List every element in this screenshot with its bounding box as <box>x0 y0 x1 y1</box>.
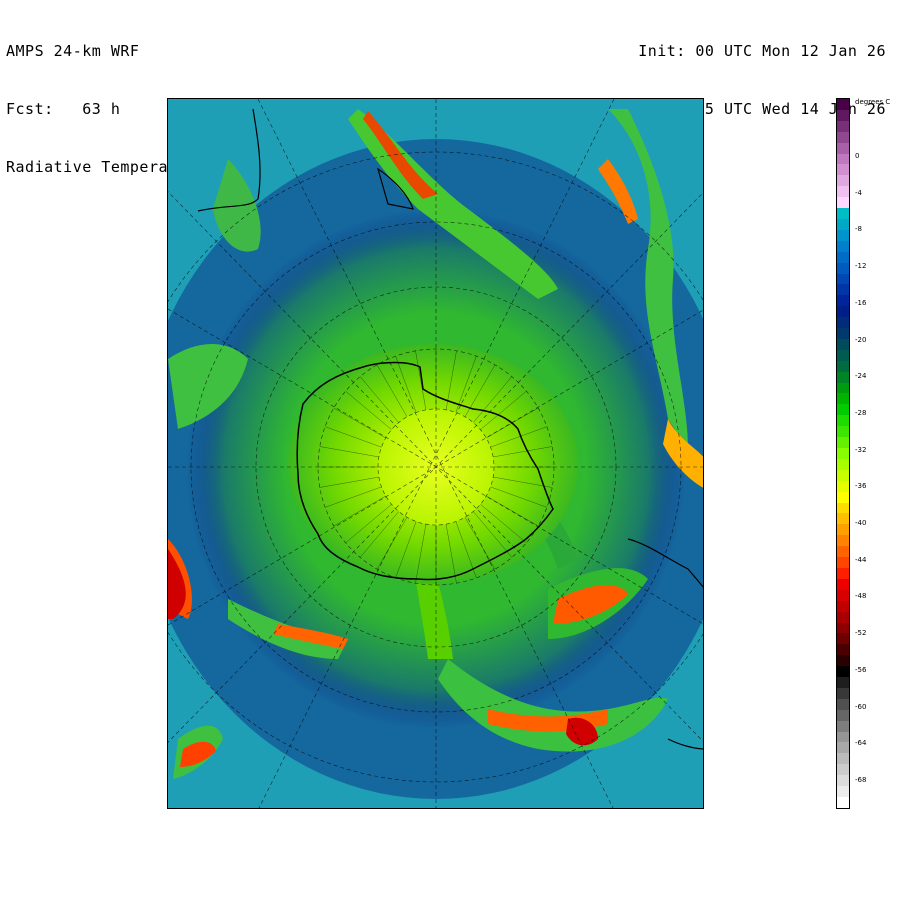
colorbar-tick-label: -12 <box>855 262 867 271</box>
colorbar-swatch <box>837 109 849 121</box>
colorbar-swatch <box>837 251 849 263</box>
colorbar-tick-label: -44 <box>855 555 867 564</box>
colorbar-tick-label: -28 <box>855 408 867 417</box>
colorbar-swatch <box>837 120 849 132</box>
colorbar-swatch <box>837 633 849 645</box>
colorbar-tick-label: -36 <box>855 482 867 491</box>
colorbar-tick-label: -16 <box>855 298 867 307</box>
colorbar-swatch <box>837 775 849 787</box>
colorbar-swatch <box>837 786 849 797</box>
colorbar-tick-label: -68 <box>855 775 867 784</box>
init-time: Init: 00 UTC Mon 12 Jan 26 <box>638 42 886 60</box>
colorbar-swatch <box>837 338 849 350</box>
colorbar-swatch <box>837 731 849 743</box>
colorbar-swatch <box>837 764 849 776</box>
colorbar-swatch <box>837 720 849 732</box>
colorbar-tick-label: 0 <box>855 152 860 160</box>
colorbar-swatch <box>837 622 849 634</box>
colorbar-swatch <box>837 415 849 427</box>
colorbar-swatch <box>837 218 849 230</box>
colorbar-swatch <box>837 99 849 110</box>
colorbar-swatch <box>837 589 849 601</box>
colorbar-swatch <box>837 709 849 721</box>
colorbar-swatch <box>837 524 849 536</box>
colorbar-swatch <box>837 142 849 154</box>
colorbar-tick-label: -64 <box>855 739 867 748</box>
colorbar-swatch <box>837 469 849 481</box>
colorbar-swatch <box>837 546 849 558</box>
colorbar-swatch <box>837 513 849 525</box>
colorbar-swatch <box>837 480 849 492</box>
colorbar-tick-label: -24 <box>855 372 867 381</box>
colorbar-swatch <box>837 131 849 143</box>
colorbar-swatch <box>837 567 849 579</box>
colorbar-swatch <box>837 611 849 623</box>
colorbar-swatch <box>837 164 849 176</box>
colorbar-swatch <box>837 655 849 667</box>
colorbar-tick-label: -20 <box>855 335 867 344</box>
colorbar-swatch <box>837 797 849 808</box>
colorbar-swatch <box>837 186 849 198</box>
colorbar-tick-label: -52 <box>855 629 867 638</box>
colorbar-swatch <box>837 578 849 590</box>
colorbar-swatch <box>837 437 849 448</box>
colorbar-swatch <box>837 426 849 438</box>
radiative-temperature-map <box>168 99 703 808</box>
colorbar-swatch <box>837 502 849 514</box>
colorbar-swatch <box>837 698 849 710</box>
colorbar-swatch <box>837 644 849 656</box>
colorbar-swatch <box>837 677 849 688</box>
map-panel <box>167 98 704 809</box>
colorbar-swatch <box>837 742 849 754</box>
colorbar-swatch <box>837 448 849 459</box>
colorbar-swatch <box>837 295 849 307</box>
colorbar <box>836 98 850 809</box>
colorbar-swatch <box>837 753 849 765</box>
colorbar-tick-label: -8 <box>855 225 862 234</box>
colorbar-swatch <box>837 371 849 383</box>
colorbar-swatch <box>837 557 849 568</box>
colorbar-swatch <box>837 273 849 285</box>
colorbar-unit: degrees C <box>855 98 891 106</box>
colorbar-swatch <box>837 306 849 318</box>
colorbar-tick-label: -32 <box>855 445 867 454</box>
colorbar-swatch <box>837 393 849 405</box>
colorbar-swatch <box>837 208 849 219</box>
colorbar-swatch <box>837 328 849 339</box>
colorbar-labels: degrees C 0 -4 -8 -12 -16 -20 -24 -28 -32 -36 -40 -… <box>855 94 900 814</box>
colorbar-swatch <box>837 600 849 612</box>
colorbar-swatch <box>837 404 849 416</box>
colorbar-swatch <box>837 175 849 187</box>
colorbar-swatch <box>837 284 849 296</box>
colorbar-tick-label: -60 <box>855 702 867 711</box>
colorbar-swatch <box>837 382 849 394</box>
colorbar-swatch <box>837 229 849 241</box>
colorbar-swatch <box>837 535 849 547</box>
colorbar-tick-label: -40 <box>855 519 867 527</box>
colorbar-tick-label: -56 <box>855 665 867 674</box>
colorbar-swatch <box>837 458 849 470</box>
colorbar-swatch <box>837 153 849 165</box>
colorbar-swatch <box>837 262 849 274</box>
colorbar-swatch <box>837 491 849 503</box>
colorbar-swatch <box>837 360 849 372</box>
colorbar-swatch <box>837 666 849 678</box>
colorbar-tick-label: -48 <box>855 592 867 601</box>
colorbar-swatch <box>837 687 849 699</box>
model-title: AMPS 24-km WRF <box>6 42 140 60</box>
colorbar-swatch <box>837 349 849 361</box>
colorbar-swatch <box>837 240 849 252</box>
colorbar-swatch <box>837 317 849 329</box>
colorbar-swatch <box>837 197 849 209</box>
colorbar-tick-label: -4 <box>855 188 862 197</box>
